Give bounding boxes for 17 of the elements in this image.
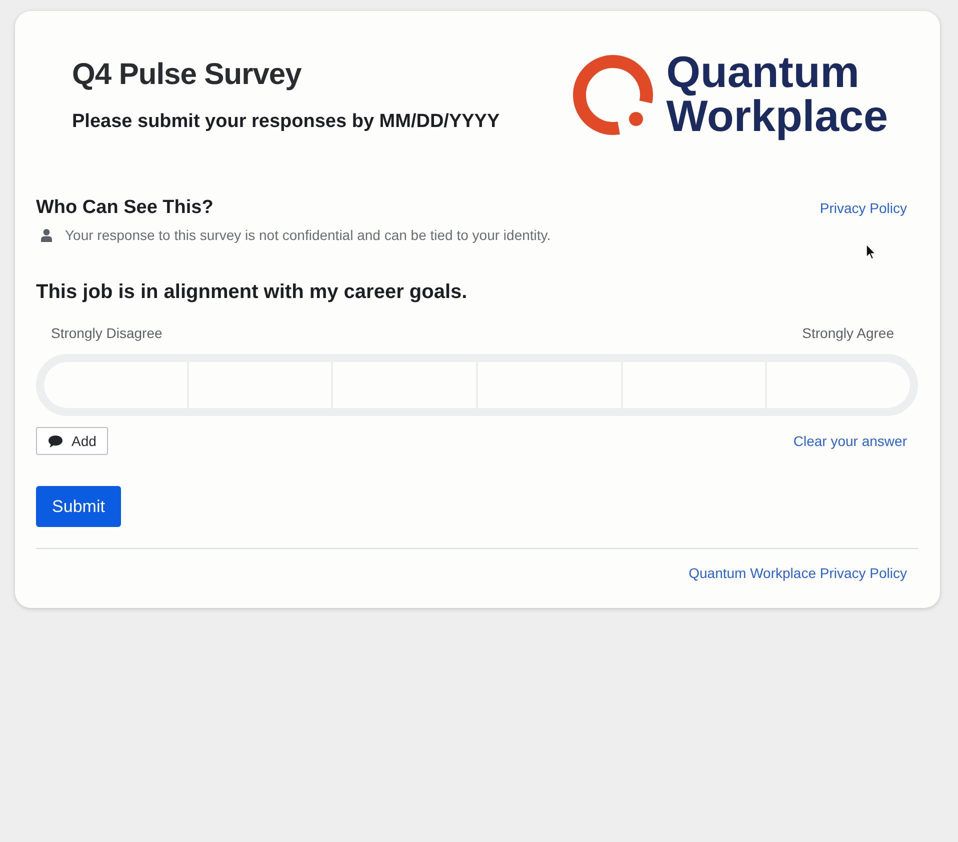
person-icon (41, 228, 52, 242)
add-comment-button[interactable]: Add (36, 427, 108, 455)
privacy-policy-link[interactable]: Privacy Policy (820, 198, 907, 218)
scale-max-label: Strongly Agree (802, 324, 894, 343)
submit-button[interactable]: Submit (36, 486, 121, 527)
company-logo-text: Quantum Workplace (666, 51, 888, 139)
section-heading: Who Can See This? (36, 196, 214, 220)
survey-deadline: Please submit your responses by MM/DD/YYYY (72, 110, 500, 134)
ring-logo-icon (573, 55, 654, 135)
survey-title: Q4 Pulse Survey (72, 57, 302, 93)
scale-min-label: Strongly Disagree (51, 324, 162, 343)
clear-answer-link[interactable]: Clear your answer (793, 431, 907, 451)
footer-privacy-link[interactable]: Quantum Workplace Privacy Policy (688, 563, 907, 583)
mouse-pointer-icon (866, 244, 876, 260)
question-text: This job is in alignment with my career goals. (36, 280, 468, 305)
visibility-note: Your response to this survey is not confidential and can be tied to your identity. (65, 226, 551, 245)
speech-bubble-icon (48, 434, 63, 448)
